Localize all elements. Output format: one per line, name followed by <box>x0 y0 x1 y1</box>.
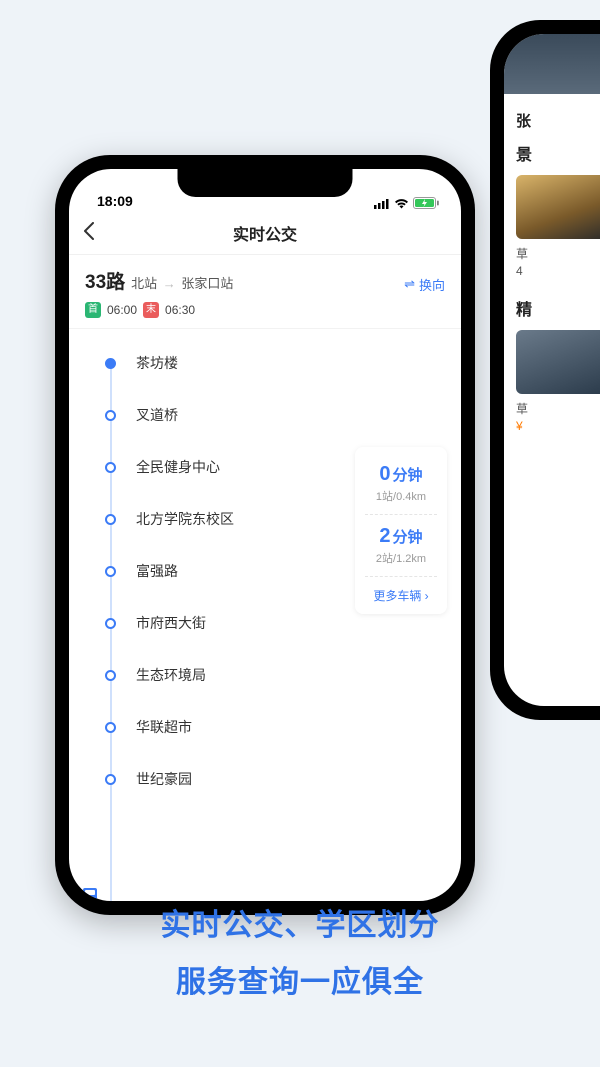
thumb-price: ¥ <box>516 419 600 433</box>
card-title: 张 <box>516 110 600 131</box>
stop-dot-icon <box>105 410 116 421</box>
phone-mockup-main: 18:09 实时公交 33路 北站 → 张家口站 <box>55 155 475 915</box>
notch <box>178 169 353 197</box>
first-bus-time: 06:00 <box>107 303 137 317</box>
battery-icon <box>413 197 439 209</box>
thumb-caption: 4 <box>516 264 600 278</box>
stop-dot-icon <box>105 462 116 473</box>
route-name: 33路 北站 → 张家口站 <box>85 267 233 294</box>
route-direction: 北站 → 张家口站 <box>131 273 233 292</box>
stop-dot-icon <box>105 514 116 525</box>
phone2-screen: 张 景 草 4 精 草 ¥ <box>504 34 600 706</box>
section-header: 景 <box>516 141 600 165</box>
stop-item[interactable]: 华联超市 <box>69 701 461 753</box>
eta-card: 0分钟 1站/0.4km 2分钟 2站/1.2km 更多车辆 › <box>355 447 447 614</box>
first-bus-badge: 首 <box>85 302 101 318</box>
chevron-right-icon: › <box>425 589 429 603</box>
route-line <box>110 359 112 901</box>
last-bus-time: 06:30 <box>165 303 195 317</box>
eta-row: 0分钟 1站/0.4km <box>361 457 441 510</box>
chevron-left-icon <box>83 222 94 240</box>
phone-mockup-secondary: 张 景 草 4 精 草 ¥ <box>490 20 600 720</box>
thumb-image[interactable] <box>516 330 600 394</box>
thumb-image[interactable] <box>516 175 600 239</box>
back-button[interactable] <box>83 220 94 246</box>
thumb-caption: 草 <box>516 400 600 417</box>
stop-dot-icon <box>105 722 116 733</box>
stop-dot-icon <box>105 670 116 681</box>
hero-image <box>504 34 600 94</box>
nav-bar: 实时公交 <box>69 211 461 255</box>
swap-direction-button[interactable]: ⇌ 换向 <box>404 275 445 294</box>
thumb-caption: 草 <box>516 245 600 262</box>
stop-item[interactable]: 世纪豪园 <box>69 753 461 805</box>
marketing-tagline: 实时公交、学区划分 服务查询一应俱全 <box>0 897 600 1011</box>
stop-dot-icon <box>105 566 116 577</box>
stop-item[interactable]: 茶坊楼 <box>69 337 461 389</box>
stop-dot-icon <box>105 774 116 785</box>
route-number: 33路 <box>85 267 125 294</box>
wifi-icon <box>394 198 409 209</box>
status-right <box>374 197 439 209</box>
stop-item[interactable]: 生态环境局 <box>69 649 461 701</box>
stop-dot-icon <box>105 358 116 369</box>
last-bus-badge: 末 <box>143 302 159 318</box>
divider <box>365 576 437 577</box>
divider <box>365 514 437 515</box>
phone-screen: 18:09 实时公交 33路 北站 → 张家口站 <box>69 169 461 901</box>
swap-icon: ⇌ <box>404 276 415 292</box>
route-header: 33路 北站 → 张家口站 ⇌ 换向 首 06:00 末 06:30 <box>69 255 461 329</box>
route-schedule: 首 06:00 末 06:30 <box>85 302 445 318</box>
arrow-right-icon: → <box>163 276 176 291</box>
section-header: 精 <box>516 296 600 320</box>
stop-dot-icon <box>105 618 116 629</box>
eta-row: 2分钟 2站/1.2km <box>361 519 441 572</box>
page-title: 实时公交 <box>233 221 297 245</box>
status-time: 18:09 <box>97 193 133 209</box>
more-vehicles-button[interactable]: 更多车辆 › <box>361 581 441 604</box>
stop-item[interactable]: 叉道桥 <box>69 389 461 441</box>
signal-icon <box>374 198 390 209</box>
route-content: 茶坊楼 叉道桥 全民健身中心 北方学院东校区 富强路 市府西大街 生态环境局 华… <box>69 329 461 901</box>
